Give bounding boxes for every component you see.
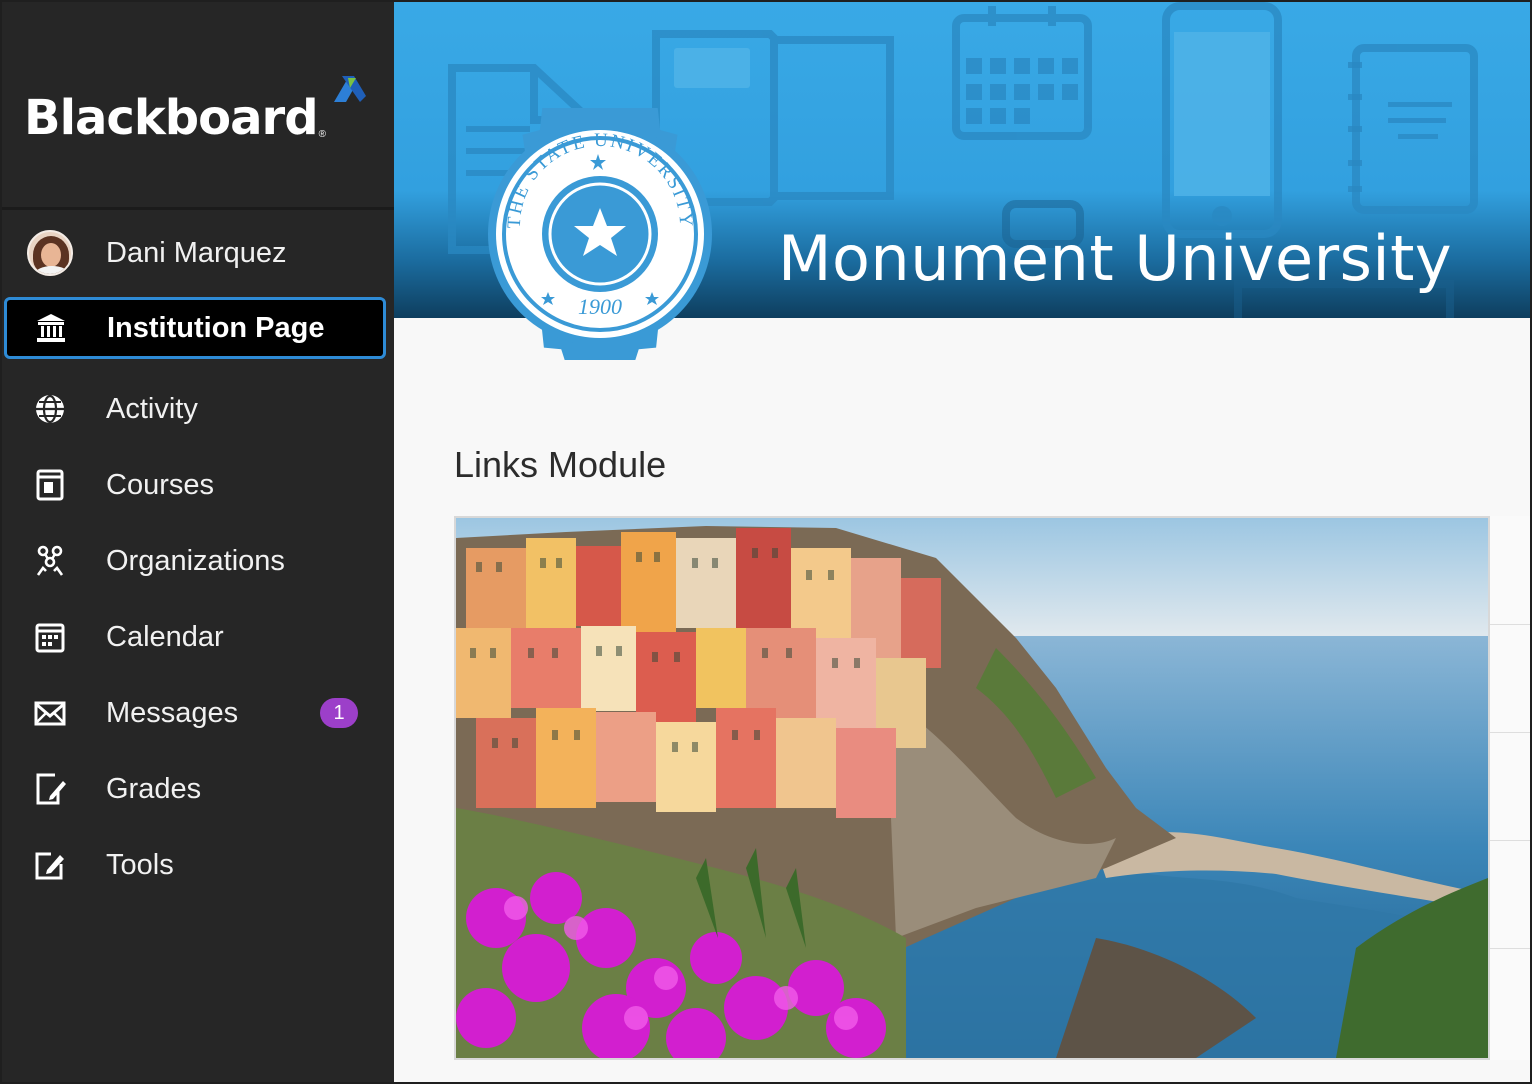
organizations-icon (30, 541, 70, 581)
blackboard-logo-mark-icon (334, 76, 366, 102)
blackboard-logo[interactable]: Blackboard ® (24, 72, 366, 146)
sidebar-item-label: Messages (106, 696, 239, 729)
sidebar-item-label: Tools (106, 848, 174, 881)
module-title: Links Module (454, 444, 667, 485)
sidebar-item-calendar[interactable]: Calendar (0, 602, 394, 672)
calendar-icon (30, 617, 70, 657)
user-profile-link[interactable]: Dani Marquez (0, 218, 394, 288)
sidebar-item-label: Courses (106, 468, 214, 501)
sidebar-item-label: Institution Page (107, 311, 325, 344)
sidebar-item-organizations[interactable]: Organizations (0, 526, 394, 596)
module-side-panel (1490, 516, 1532, 1060)
sidebar-item-label: Organizations (106, 544, 285, 577)
user-name: Dani Marquez (106, 236, 287, 269)
envelope-icon (30, 693, 70, 733)
sidebar-item-courses[interactable]: Courses (0, 450, 394, 520)
institution-name: Monument University (778, 222, 1453, 295)
logo-text: Blackboard (24, 90, 319, 146)
sidebar-item-activity[interactable]: Activity (0, 374, 394, 444)
coastal-village-photo (456, 518, 1488, 1058)
tools-icon (30, 845, 70, 885)
sidebar: Blackboard ® Dani Marquez Institution Pa… (0, 0, 394, 1084)
seal-year: 1900 (578, 294, 622, 319)
links-module-image[interactable] (454, 516, 1490, 1060)
avatar (26, 229, 74, 277)
university-seal: THE STATE UNIVERSITY 1900 (488, 108, 712, 360)
logo-registered-mark: ® (318, 129, 326, 140)
sidebar-item-label: Calendar (106, 620, 224, 653)
sidebar-item-tools[interactable]: Tools (0, 830, 394, 900)
sidebar-item-messages[interactable]: Messages 1 (0, 678, 394, 748)
sidebar-item-grades[interactable]: Grades (0, 754, 394, 824)
sidebar-divider (0, 207, 394, 210)
unread-count-badge: 1 (320, 698, 358, 728)
sidebar-item-label: Grades (106, 772, 202, 805)
globe-icon (30, 389, 70, 429)
sidebar-item-institution-page[interactable]: Institution Page (4, 297, 386, 359)
courses-icon (30, 465, 70, 505)
sidebar-item-label: Activity (106, 392, 198, 425)
grades-icon (30, 769, 70, 809)
institution-icon (31, 308, 71, 348)
